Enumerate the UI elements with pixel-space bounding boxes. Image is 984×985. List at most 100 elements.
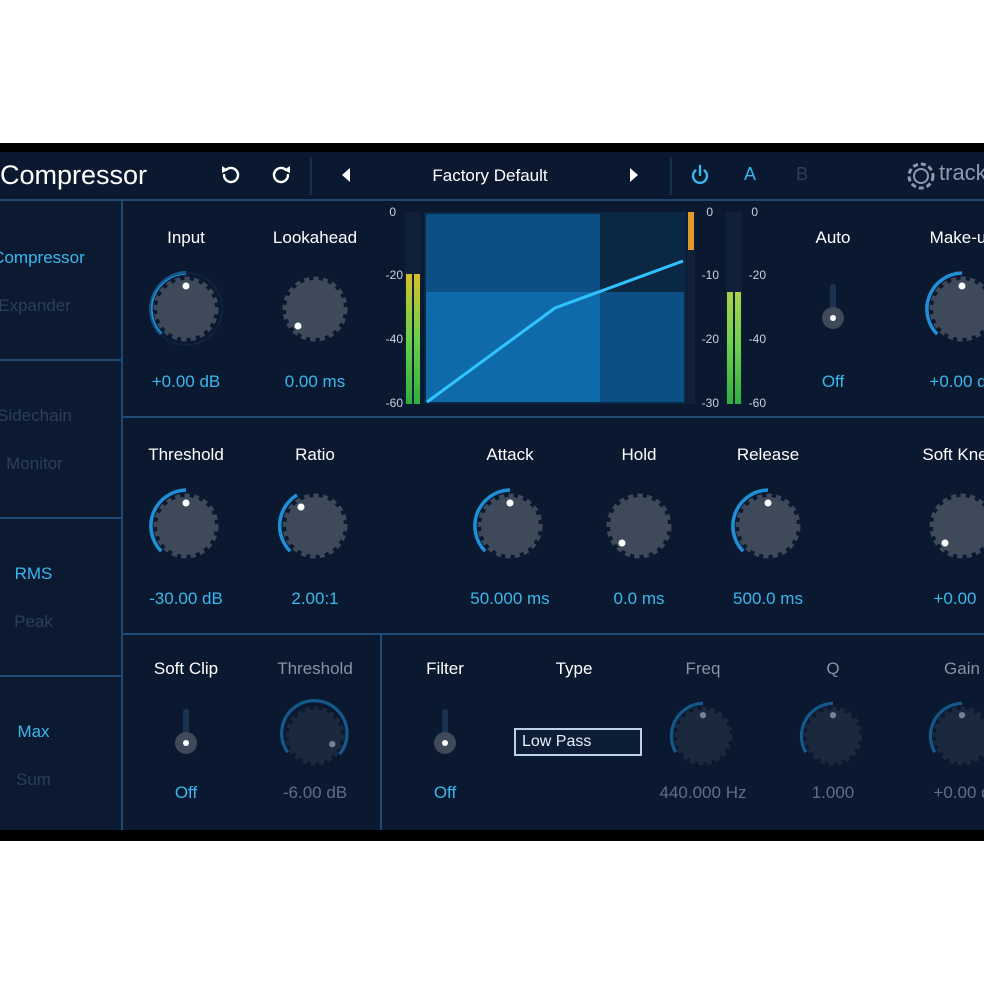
lookahead-knob[interactable] [272,266,358,352]
attack-knob[interactable] [467,483,553,569]
header-bar: Compressor Factory Default A B track [0,152,984,201]
redo-icon[interactable] [270,163,294,187]
input-label: Input [167,228,205,247]
filter-label: Filter [426,659,464,678]
input-meter-bar-right [414,274,420,404]
gr-scale-label: -10 [701,268,719,282]
input-scale-label: -40 [385,332,403,346]
gr-scale-label: 0 [706,205,713,219]
sidebar-item-max[interactable]: Max [0,722,94,742]
release-knob[interactable] [725,483,811,569]
filter-type-select[interactable]: Low Pass [514,728,642,756]
ratio-value: 2.00:1 [291,589,339,608]
sidebar-item-sidechain[interactable]: Sidechain [0,406,95,426]
output-meter [726,212,742,404]
auto-toggle[interactable] [822,307,844,329]
clip-threshold-knob[interactable] [276,697,354,775]
freq-value: 440.000 Hz [659,783,747,802]
sidebar-item-sum[interactable]: Sum [0,770,94,790]
release-value: 500.0 ms [733,589,803,608]
ratio-knob[interactable] [272,483,358,569]
auto-value: Off [821,372,845,391]
soft-clip-toggle[interactable] [175,732,197,754]
hold-knob[interactable] [596,483,682,569]
lookahead-label: Lookahead [272,228,358,247]
power-icon[interactable] [688,163,712,187]
output-meter-bar-right [735,292,741,404]
section-divider [121,633,984,635]
hold-value: 0.0 ms [613,589,665,608]
compressor-panel: Compressor Factory Default A B track Com… [0,152,984,830]
gain-reduction-meter [687,212,695,404]
type-label: Type [555,659,593,678]
plugin-window: Compressor Factory Default A B track Com… [0,143,984,841]
output-scale-label: 0 [751,205,758,219]
previous-preset-icon[interactable] [334,163,358,187]
makeup-knob[interactable] [919,266,984,352]
clip-threshold-label: Threshold [277,659,353,678]
gain-value: +0.00 d [933,783,984,802]
output-scale-label: -40 [748,332,766,346]
attack-label: Attack [486,445,534,464]
plugin-title: Compressor [0,160,148,190]
ratio-label: Ratio [295,445,335,464]
q-label: Q [826,659,840,678]
gr-scale-label: -30 [701,396,719,410]
next-preset-icon[interactable] [622,163,646,187]
freq-knob[interactable] [664,697,742,775]
input-meter-bar-left [406,274,412,404]
sidebar-divider [0,517,121,519]
input-scale-label: -60 [385,396,403,410]
ab-b-button[interactable]: B [796,164,808,185]
soft-knee-knob[interactable] [919,483,984,569]
threshold-label: Threshold [148,445,224,464]
output-scale-label: -20 [748,268,766,282]
release-label: Release [736,445,800,464]
freq-label: Freq [685,659,721,678]
makeup-label: Make-u [929,228,984,247]
attack-value: 50.000 ms [470,589,550,608]
soft-clip-value: Off [174,783,198,802]
soft-knee-label: Soft Kne [922,445,984,464]
makeup-value: +0.00 d [929,372,984,391]
preset-name[interactable]: Factory Default [360,166,620,186]
transfer-curve-graph [424,212,686,404]
ab-a-button[interactable]: A [744,164,756,185]
soft-knee-value: +0.00 [933,589,977,608]
input-scale-label: -20 [385,268,403,282]
brand-logo-text: track [939,160,984,185]
hold-label: Hold [621,445,657,464]
gain-knob[interactable] [923,697,984,775]
header-divider [670,157,672,195]
filter-toggle[interactable] [434,732,456,754]
threshold-knob[interactable] [143,483,229,569]
lookahead-value: 0.00 ms [284,372,346,391]
undo-icon[interactable] [218,163,242,187]
clip-threshold-value: -6.00 dB [282,783,348,802]
input-value: +0.00 dB [151,372,221,391]
sidebar-item-compressor[interactable]: Compressor [0,248,99,268]
sidebar: Compressor Expander Sidechain Monitor RM… [0,201,123,830]
input-knob[interactable] [143,266,229,352]
sidebar-item-monitor[interactable]: Monitor [0,454,95,474]
sidebar-divider [0,675,121,677]
section-divider [121,416,984,418]
gear-logo-icon [907,162,935,190]
header-divider [310,157,312,195]
auto-label: Auto [815,228,851,247]
sidebar-divider [0,359,121,361]
gr-scale-label: -20 [701,332,719,346]
threshold-value: -30.00 dB [149,589,223,608]
sidebar-item-rms[interactable]: RMS [0,564,94,584]
output-scale-label: -60 [748,396,766,410]
gain-label: Gain [944,659,980,678]
filter-value: Off [433,783,457,802]
input-meter [405,212,421,404]
q-knob[interactable] [794,697,872,775]
sidebar-item-expander[interactable]: Expander [0,296,95,316]
sidebar-item-peak[interactable]: Peak [0,612,94,632]
input-scale-label: 0 [389,205,396,219]
q-value: 1.000 [811,783,855,802]
soft-clip-label: Soft Clip [153,659,219,678]
output-meter-bar-left [727,292,733,404]
